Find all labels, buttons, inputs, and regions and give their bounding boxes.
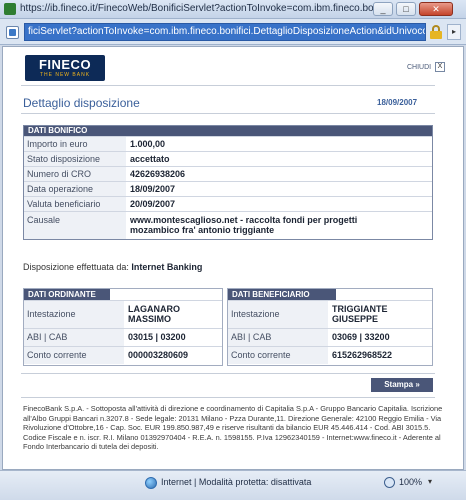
beneficiario-box: DATI BENEFICIARIO Intestazione TRIGGIANT… bbox=[227, 288, 433, 366]
close-x-icon[interactable]: X bbox=[435, 62, 445, 72]
close-link[interactable]: CHIUDI bbox=[407, 64, 431, 71]
row-label: Importo in euro bbox=[24, 137, 126, 151]
divider bbox=[21, 85, 435, 86]
ordinante-conto: 000003280609 bbox=[128, 350, 189, 360]
origin-value: Internet Banking bbox=[131, 262, 203, 272]
divider bbox=[21, 113, 435, 114]
row-label: Causale bbox=[24, 212, 126, 239]
legal-footer: FinecoBank S.p.A. - Sottoposta all'attiv… bbox=[23, 404, 443, 452]
browser-icon bbox=[4, 3, 16, 15]
page-date: 18/09/2007 bbox=[377, 98, 418, 107]
zoom-level[interactable]: 100% bbox=[399, 477, 422, 487]
origin-label: Disposizione effettuata da: bbox=[23, 262, 129, 272]
valuta-value: 20/09/2007 bbox=[130, 199, 176, 209]
fineco-logo: FINECO THE NEW BANK bbox=[25, 55, 105, 81]
row-label: Conto corrente bbox=[24, 347, 124, 364]
page-title: Dettaglio disposizione bbox=[23, 96, 140, 110]
row-label: Conto corrente bbox=[228, 347, 328, 364]
window-title-bar: https://ib.fineco.it/FinecoWeb/BonificiS… bbox=[0, 0, 466, 19]
globe-icon bbox=[145, 477, 157, 489]
zoom-icon[interactable] bbox=[384, 477, 395, 488]
url-field[interactable]: ficiServlet?actionToInvoke=com.ibm.finec… bbox=[24, 23, 426, 41]
causale-line: www.montescaglioso.net - raccolta fondi … bbox=[130, 215, 358, 225]
chevron-down-icon[interactable]: ▾ bbox=[428, 477, 432, 486]
table-row: Numero di CRO 42626938206 bbox=[24, 166, 432, 181]
bonifico-table: DATI BONIFICO Importo in euro 1.000,00 S… bbox=[23, 125, 433, 240]
divider bbox=[21, 397, 435, 398]
cro-value: 42626938206 bbox=[130, 169, 186, 179]
ordinante-heading: DATI ORDINANTE bbox=[24, 289, 110, 300]
table-row: Intestazione TRIGGIANTE GIUSEPPE bbox=[228, 300, 432, 328]
name-line: GIUSEPPE bbox=[332, 314, 379, 324]
security-zone[interactable]: Internet | Modalità protetta: disattivat… bbox=[161, 477, 311, 487]
bonifico-heading: DATI BONIFICO bbox=[24, 126, 432, 136]
status-value: accettato bbox=[130, 154, 170, 164]
maximize-button[interactable]: □ bbox=[396, 2, 416, 16]
logo-text: FINECO bbox=[38, 57, 92, 72]
row-label: ABI | CAB bbox=[24, 329, 124, 346]
table-row: ABI | CAB 03015 | 03200 bbox=[24, 328, 222, 346]
table-row: Causale www.montescaglioso.net - raccolt… bbox=[24, 211, 432, 239]
table-row: Stato disposizione accettato bbox=[24, 151, 432, 166]
causale-line: mozambico fra' antonio triggiante bbox=[130, 225, 275, 235]
beneficiario-conto: 615262968522 bbox=[332, 350, 393, 360]
ordinante-abi-cab: 03015 | 03200 bbox=[128, 332, 186, 342]
beneficiario-name: TRIGGIANTE GIUSEPPE bbox=[332, 301, 432, 324]
row-label: Stato disposizione bbox=[24, 152, 126, 166]
table-row: Conto corrente 615262968522 bbox=[228, 346, 432, 364]
lock-icon[interactable] bbox=[430, 25, 442, 39]
row-label: ABI | CAB bbox=[228, 329, 328, 346]
table-row: Data operazione 18/09/2007 bbox=[24, 181, 432, 196]
status-bar: Internet | Modalità protetta: disattivat… bbox=[0, 470, 466, 500]
address-bar: ficiServlet?actionToInvoke=com.ibm.finec… bbox=[0, 19, 466, 45]
table-row: ABI | CAB 03069 | 33200 bbox=[228, 328, 432, 346]
table-row: Conto corrente 000003280609 bbox=[24, 346, 222, 364]
name-line: MASSIMO bbox=[128, 314, 172, 324]
ordinante-box: DATI ORDINANTE Intestazione LAGANARO MAS… bbox=[23, 288, 223, 366]
window-title: https://ib.fineco.it/FinecoWeb/BonificiS… bbox=[20, 3, 390, 14]
row-label: Data operazione bbox=[24, 182, 126, 196]
row-label: Intestazione bbox=[228, 301, 328, 328]
close-window-button[interactable]: ✕ bbox=[419, 2, 453, 16]
origin-line: Disposizione effettuata da: Internet Ban… bbox=[23, 262, 202, 272]
row-label: Intestazione bbox=[24, 301, 124, 328]
table-row: Importo in euro 1.000,00 bbox=[24, 136, 432, 151]
divider bbox=[21, 373, 435, 374]
table-row: Intestazione LAGANARO MASSIMO bbox=[24, 300, 222, 328]
date-value: 18/09/2007 bbox=[130, 184, 176, 194]
name-line: TRIGGIANTE bbox=[332, 304, 388, 314]
page-icon bbox=[6, 26, 19, 39]
amount-value: 1.000,00 bbox=[130, 139, 166, 149]
page-content: FINECO THE NEW BANK CHIUDI X Dettaglio d… bbox=[2, 46, 464, 470]
minimize-button[interactable]: _ bbox=[373, 2, 393, 16]
address-scroll-button[interactable]: ▸ bbox=[447, 24, 461, 40]
beneficiario-abi-cab: 03069 | 33200 bbox=[332, 332, 390, 342]
name-line: LAGANARO bbox=[128, 304, 180, 314]
beneficiario-heading: DATI BENEFICIARIO bbox=[228, 289, 336, 300]
row-label: Numero di CRO bbox=[24, 167, 126, 181]
print-button[interactable]: Stampa » bbox=[371, 378, 433, 392]
row-label: Valuta beneficiario bbox=[24, 197, 126, 211]
logo-tagline: THE NEW BANK bbox=[39, 72, 91, 78]
ordinante-name: LAGANARO MASSIMO bbox=[128, 301, 228, 324]
table-row: Valuta beneficiario 20/09/2007 bbox=[24, 196, 432, 211]
causale-value: www.montescaglioso.net - raccolta fondi … bbox=[130, 212, 430, 235]
